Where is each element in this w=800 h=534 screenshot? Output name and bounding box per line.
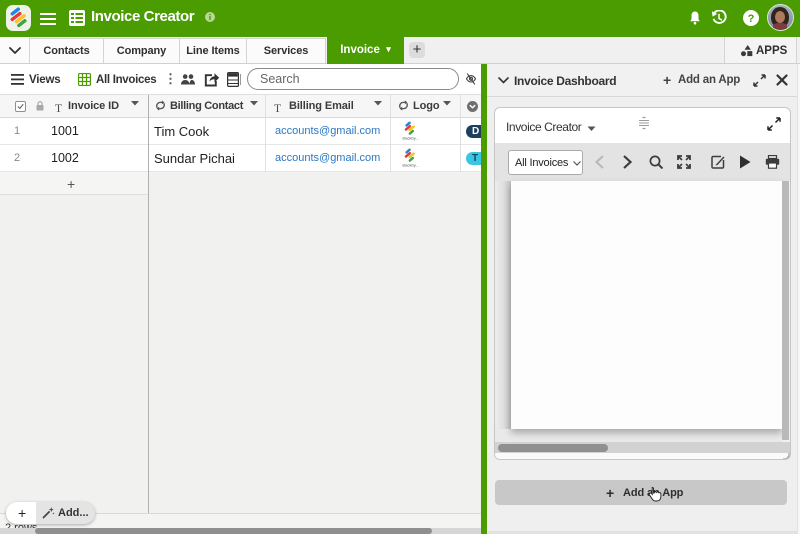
- svg-text:?: ?: [748, 13, 755, 25]
